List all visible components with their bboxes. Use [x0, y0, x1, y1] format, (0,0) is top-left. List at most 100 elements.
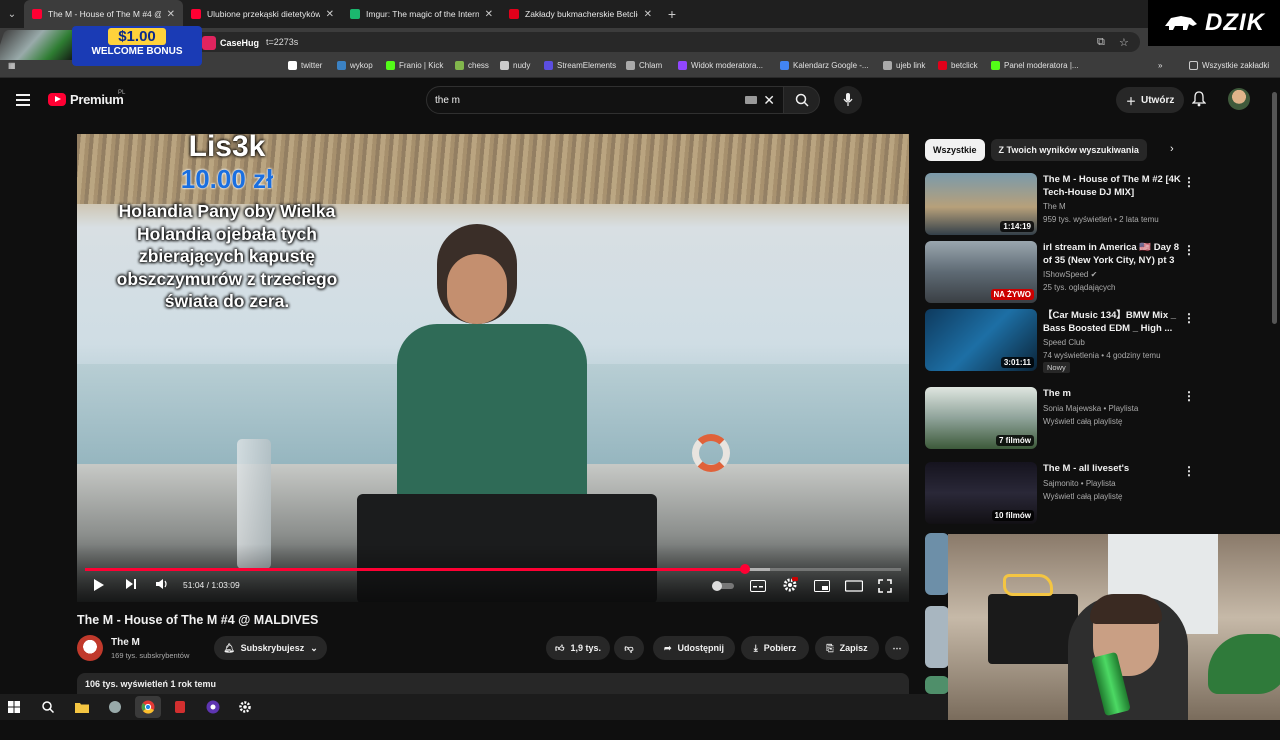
bookmark-twitter[interactable]: twitter [288, 61, 322, 70]
view-playlist-link[interactable]: Wyświetl całą playlistę [1043, 417, 1123, 426]
channel-avatar[interactable] [77, 635, 103, 661]
video-thumbnail[interactable] [925, 606, 949, 668]
file-explorer-icon[interactable] [74, 699, 90, 715]
page-scrollbar[interactable] [1272, 92, 1277, 324]
fullscreen-button[interactable] [878, 579, 892, 596]
new-tab-button[interactable]: + [660, 6, 684, 22]
progress-bar[interactable] [85, 564, 901, 574]
country-code: PL [118, 90, 126, 96]
chrome-icon[interactable] [140, 699, 156, 715]
close-tab-icon[interactable]: ✕ [485, 9, 493, 20]
search-button[interactable] [784, 86, 820, 114]
play-button[interactable] [93, 578, 105, 595]
donation-amount: 10.00 zł [180, 164, 274, 194]
bookmark-star-icon[interactable]: ☆ [1119, 36, 1129, 49]
recommendation-item-partial[interactable] [925, 533, 949, 597]
close-tab-icon[interactable]: ✕ [167, 9, 175, 20]
all-bookmarks[interactable]: Wszystkie zakładki [1189, 61, 1269, 70]
subscriber-count: 169 tys. subskrybentów [111, 651, 190, 660]
more-vertical-icon[interactable]: ⋮ [1183, 464, 1195, 478]
bookmark-streamelements[interactable]: StreamElements [544, 61, 616, 70]
search-icon[interactable] [40, 699, 56, 715]
subtitles-button[interactable] [750, 580, 766, 595]
playlist-owner: Sajmonito • Playlista [1043, 479, 1116, 488]
like-button[interactable]: 👍︎ 1,9 tys. [546, 636, 610, 660]
volume-button[interactable] [155, 578, 169, 593]
thumbs-down-icon: 👎︎ [624, 642, 634, 653]
bookmark-nudy[interactable]: nudy [500, 61, 530, 70]
autoplay-toggle[interactable] [712, 580, 734, 594]
bookmark-wykop[interactable]: wykop [337, 61, 373, 70]
bookmark-calendar[interactable]: Kalendarz Google -... [780, 61, 869, 70]
bookmark-kick[interactable]: Franio | Kick [386, 61, 443, 70]
recommendation-item-partial[interactable] [925, 606, 949, 670]
scrubber-handle[interactable] [739, 564, 750, 574]
bookmark-betclick[interactable]: betclick [938, 61, 978, 70]
miniplayer-button[interactable] [814, 580, 830, 595]
recommendation-item[interactable]: 3:01:11 【Car Music 134】BMW Mix _ Bass Bo… [925, 309, 1205, 373]
bookmark-ujeb[interactable]: ujeb link [883, 61, 925, 70]
more-vertical-icon[interactable]: ⋮ [1183, 243, 1195, 257]
more-vertical-icon[interactable]: ⋮ [1183, 175, 1195, 189]
install-app-icon[interactable]: ⧉ [1097, 36, 1105, 49]
ad-banner: $1.00 WELCOME BONUS [72, 26, 202, 66]
bookmark-kick-panel[interactable]: Panel moderatora |... [991, 61, 1079, 70]
video-thumbnail[interactable] [925, 533, 949, 595]
video-player[interactable]: Lis3k 10.00 zł Holandia Pany oby Wielka … [77, 134, 909, 602]
share-button[interactable]: ➦ Udostępnij [653, 636, 735, 660]
close-tab-icon[interactable]: ✕ [644, 9, 652, 20]
tab-betclic[interactable]: Zakłady bukmacherskie Betclic ✕ [501, 0, 660, 28]
app-icon[interactable] [205, 699, 221, 715]
bookmark-twitch-mod[interactable]: Widok moderatora... [678, 61, 763, 70]
playlist-thumbnail[interactable]: 10 filmów [925, 462, 1037, 524]
youtube-logo[interactable]: Premium [48, 92, 124, 107]
bookmark-chess[interactable]: chess [455, 61, 489, 70]
next-button[interactable] [125, 578, 137, 593]
video-thumbnail[interactable]: 1:14:19 [925, 173, 1037, 235]
recommendation-item[interactable]: 10 filmów The M - all liveset's Sajmonit… [925, 462, 1205, 526]
clear-search-icon[interactable]: ✕ [763, 92, 775, 109]
chevron-right-icon[interactable]: › [1170, 143, 1174, 155]
subscribed-button[interactable]: 🔔︎ Subskrybujesz ⌄ [214, 636, 327, 660]
more-vertical-icon[interactable]: ⋮ [1183, 311, 1195, 325]
search-input[interactable]: the m ✕ [426, 86, 784, 114]
video-thumbnail[interactable]: 3:01:11 [925, 309, 1037, 371]
notifications-button[interactable] [1191, 91, 1207, 112]
gear-icon[interactable] [237, 699, 253, 715]
video-title: The M - House of The M #2 [4K Tech-House… [1043, 174, 1181, 198]
video-thumbnail[interactable]: NA ŻYWO [925, 241, 1037, 303]
bookmark-label: betclick [951, 61, 978, 70]
view-playlist-link[interactable]: Wyświetl całą playlistę [1043, 492, 1123, 501]
more-vertical-icon[interactable]: ⋮ [1183, 389, 1195, 403]
save-button[interactable]: ⎘ Zapisz [815, 636, 879, 660]
chip-from-search[interactable]: Z Twoich wyników wyszukiwania [990, 139, 1147, 161]
download-button[interactable]: ⤓ Pobierz [741, 636, 809, 660]
more-actions-button[interactable]: ⋯ [885, 636, 909, 660]
video-thumbnail[interactable] [925, 676, 949, 694]
channel-name[interactable]: The M [111, 637, 140, 648]
theater-mode-button[interactable] [844, 580, 864, 595]
account-avatar[interactable] [1228, 88, 1250, 110]
app-icon[interactable] [107, 699, 123, 715]
chip-all[interactable]: Wszystkie [925, 139, 985, 161]
keyboard-icon[interactable] [745, 96, 757, 104]
search-value: the m [435, 94, 461, 106]
windows-start-icon[interactable] [6, 699, 22, 715]
recommendation-item[interactable]: 7 filmów The m Sonia Majewska • Playlist… [925, 387, 1205, 451]
tab-imgur[interactable]: Imgur: The magic of the Internet ✕ [342, 0, 501, 28]
webcam-neon-sign [1003, 574, 1053, 596]
create-button[interactable]: ＋ Utwórz [1116, 87, 1185, 113]
voice-search-button[interactable] [834, 86, 862, 114]
logo-text: Premium [70, 92, 124, 107]
recommendation-item[interactable]: NA ŻYWO irl stream in America 🇺🇸 Day 8 o… [925, 241, 1205, 305]
dislike-button[interactable]: 👎︎ [614, 636, 644, 660]
menu-icon[interactable] [16, 94, 30, 109]
app-icon[interactable] [172, 699, 188, 715]
playlist-thumbnail[interactable]: 7 filmów [925, 387, 1037, 449]
close-tab-icon[interactable]: ✕ [326, 9, 334, 20]
recommendation-item[interactable]: 1:14:19 The M - House of The M #2 [4K Te… [925, 173, 1205, 237]
bookmark-chlam[interactable]: Chlam [626, 61, 662, 70]
chevron-down-icon: ⌄ [310, 642, 318, 653]
settings-button[interactable] [782, 577, 798, 596]
bookmarks-overflow-icon[interactable]: » [1158, 61, 1162, 70]
